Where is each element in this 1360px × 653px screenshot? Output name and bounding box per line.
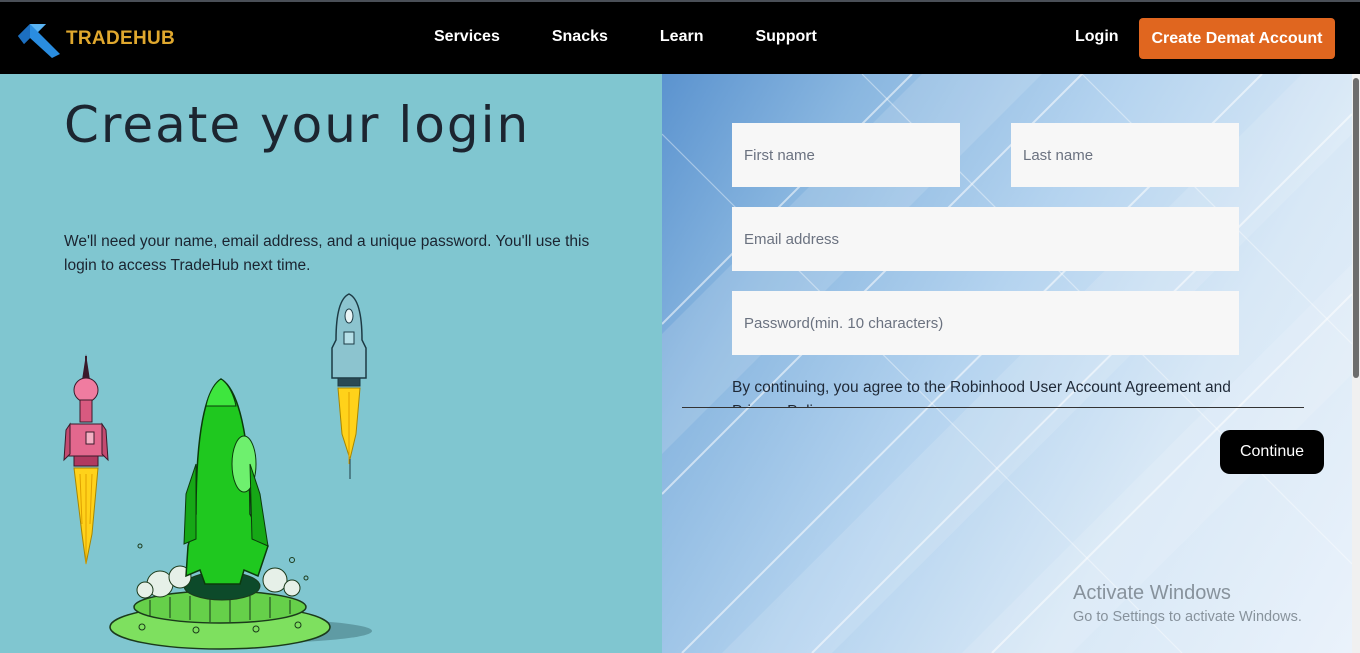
continue-button[interactable]: Continue bbox=[1220, 430, 1324, 474]
signup-form: First name Last name Email address Passw… bbox=[682, 74, 1304, 408]
agreement-text: By continuing, you agree to the Robinhoo… bbox=[732, 379, 1231, 408]
brand[interactable]: TRADEHUB bbox=[16, 20, 175, 58]
right-panel: First name Last name Email address Passw… bbox=[662, 74, 1352, 653]
left-panel: Create your login We'll need your name, … bbox=[0, 74, 662, 653]
password-input[interactable]: Password(min. 10 characters) bbox=[732, 291, 1239, 355]
nav-snacks[interactable]: Snacks bbox=[552, 28, 608, 46]
rockets-illustration bbox=[63, 293, 372, 650]
page-description: We'll need your name, email address, and… bbox=[64, 233, 590, 274]
navbar: TRADEHUB Services Snacks Learn Support L… bbox=[0, 2, 1360, 74]
nav-services[interactable]: Services bbox=[434, 28, 500, 46]
window-scrollbar[interactable] bbox=[1352, 74, 1360, 653]
last-name-input[interactable]: Last name bbox=[1011, 123, 1239, 187]
page-title: Create your login bbox=[64, 96, 531, 154]
first-name-input[interactable]: First name bbox=[732, 123, 960, 187]
email-input[interactable]: Email address bbox=[732, 207, 1239, 271]
window-scrollbar-thumb[interactable] bbox=[1353, 78, 1359, 378]
nav-links: Services Snacks Learn Support bbox=[434, 28, 869, 46]
nav-support[interactable]: Support bbox=[755, 28, 816, 46]
create-demat-account-button[interactable]: Create Demat Account bbox=[1139, 18, 1335, 59]
form-divider bbox=[682, 407, 1304, 408]
activate-windows-watermark: Activate Windows Go to Settings to activ… bbox=[1073, 582, 1302, 625]
nav-learn[interactable]: Learn bbox=[660, 28, 704, 46]
watermark-title: Activate Windows bbox=[1073, 582, 1231, 604]
brand-name: TRADEHUB bbox=[66, 28, 176, 49]
arrow-logo-icon bbox=[18, 24, 60, 58]
login-link[interactable]: Login bbox=[1075, 28, 1119, 46]
watermark-subtitle: Go to Settings to activate Windows. bbox=[1073, 609, 1302, 625]
